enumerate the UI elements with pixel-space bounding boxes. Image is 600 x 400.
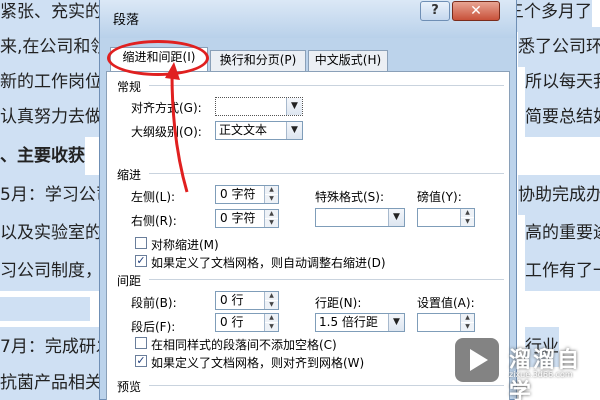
watermark: 溜溜自学 zixue.3d66.com (443, 326, 593, 400)
play-icon (455, 338, 499, 382)
watermark-url: zixue.3d66.com (509, 370, 573, 379)
